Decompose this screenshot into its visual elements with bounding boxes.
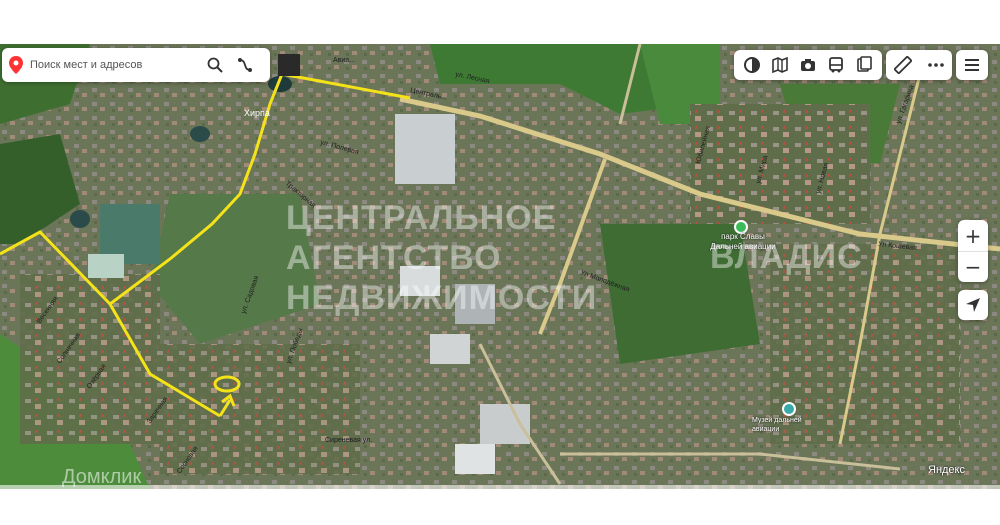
agency-watermark-line: ЦЕНТРАЛЬНОЕ <box>286 199 557 237</box>
residential-south-west <box>20 274 160 444</box>
street-label: Сиреневая ул. <box>325 437 372 444</box>
pond-1 <box>190 126 210 142</box>
museum-label[interactable]: Музей дальней авиации <box>752 416 822 434</box>
yandex-logo[interactable]: Яндекс <box>928 464 965 476</box>
bottom-blank-strip <box>0 489 1000 525</box>
hangar <box>455 444 495 474</box>
ruler-icon[interactable] <box>890 52 916 78</box>
village-label: Хирпа <box>244 108 270 118</box>
map-view[interactable]: Авиа... Централь... Ул Кошевая ул. Лесна… <box>0 44 1000 489</box>
more-icon[interactable] <box>923 52 949 78</box>
zoom-out-button[interactable]: − <box>958 251 988 282</box>
locate-icon[interactable] <box>958 290 988 320</box>
industrial-block-1 <box>395 114 455 184</box>
zoom-controls: + − <box>958 220 988 282</box>
agency-watermark-line: АГЕНТСТВО <box>286 239 502 277</box>
greenhouse-roof <box>88 254 124 278</box>
route-icon[interactable] <box>230 48 260 82</box>
industrial-block-4 <box>430 334 470 364</box>
map-marker-square <box>278 54 300 76</box>
traffic-icon[interactable] <box>851 52 877 78</box>
zoom-in-button[interactable]: + <box>958 220 988 251</box>
vladis-watermark: ВЛАДИС <box>710 238 863 276</box>
residential-north-east <box>690 104 870 224</box>
layers-icon[interactable] <box>739 52 765 78</box>
search-box[interactable] <box>2 48 270 82</box>
street-label: Авиа... <box>333 57 355 64</box>
panorama-icon[interactable] <box>767 52 793 78</box>
bus-icon[interactable] <box>823 52 849 78</box>
agency-watermark: ЦЕНТРАЛЬНОЕ АГЕНТСТВО НЕДВИЖИМОСТИ <box>286 198 598 318</box>
industrial-block-5 <box>480 404 530 444</box>
map-pin-icon <box>2 48 30 82</box>
search-icon[interactable] <box>200 48 230 82</box>
camera-icon[interactable] <box>795 52 821 78</box>
pond-2 <box>70 210 90 228</box>
agency-watermark-line: НЕДВИЖИМОСТИ <box>286 279 598 317</box>
map-toolbar <box>734 50 882 80</box>
map-tools <box>886 50 952 80</box>
museum-icon[interactable] <box>782 402 796 416</box>
search-input[interactable] <box>30 59 200 71</box>
menu-icon[interactable] <box>956 50 988 80</box>
top-blank-strip <box>0 0 1000 44</box>
